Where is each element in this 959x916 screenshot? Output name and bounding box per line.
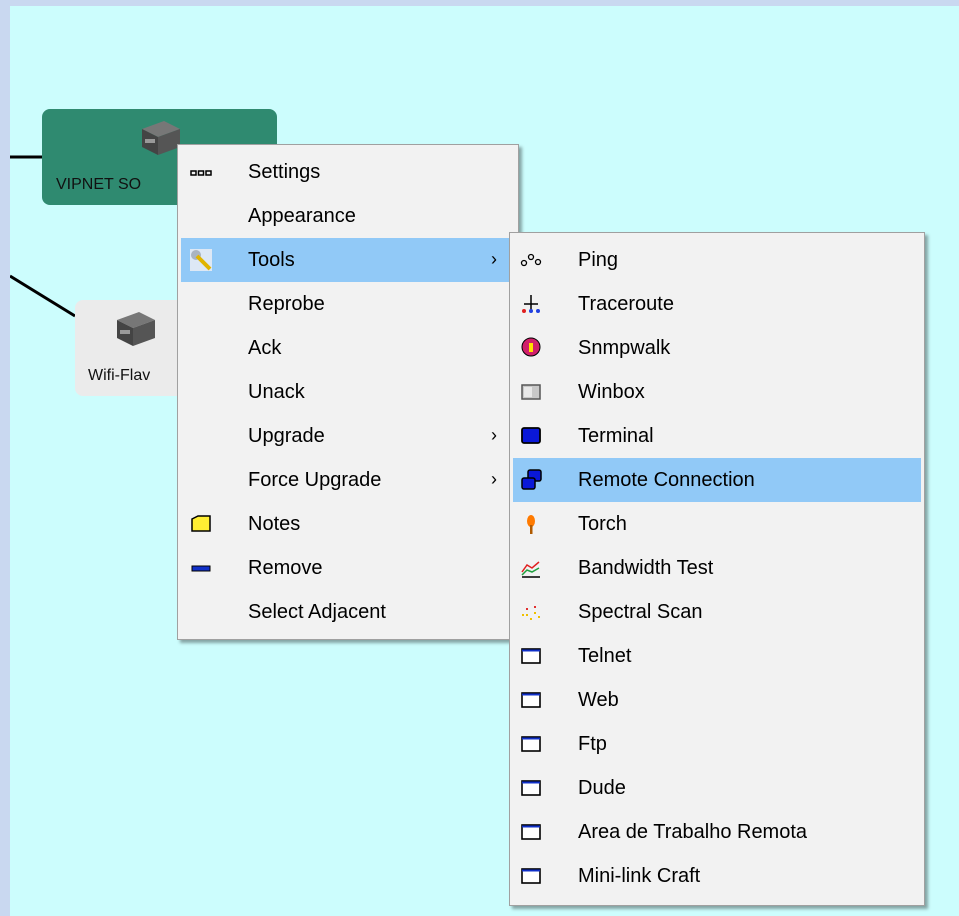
submenu-item-ftp[interactable]: Ftp [513, 722, 921, 766]
window-icon [521, 780, 541, 796]
node-label: Wifi-Flav [88, 367, 151, 384]
submenu-item-telnet[interactable]: Telnet [513, 634, 921, 678]
window-icon [521, 868, 541, 884]
submenu-item-bandwidth-test[interactable]: Bandwidth Test [513, 546, 921, 590]
submenu-item-ping[interactable]: Ping [513, 238, 921, 282]
node-label: VIPNET SO [56, 176, 142, 193]
bandwidth-test-icon [521, 561, 540, 578]
menu-item-remove[interactable]: Remove [181, 546, 515, 590]
submenu-item-winbox[interactable]: Winbox [513, 370, 921, 414]
submenu-item-snmpwalk[interactable]: Snmpwalk [513, 326, 921, 370]
router-device-icon [117, 312, 155, 346]
submenu-item-spectral-scan[interactable]: Spectral Scan [513, 590, 921, 634]
submenu-item-remote-connection[interactable]: Remote Connection [513, 458, 921, 502]
settings-icon [190, 170, 212, 176]
window-icon [521, 692, 541, 708]
snmpwalk-icon [521, 337, 541, 357]
menu-item-appearance[interactable]: Appearance [181, 194, 515, 238]
menu-item-ack[interactable]: Ack [181, 326, 515, 370]
tools-submenu: Ping Traceroute Snmpwalk Winbox Terminal [509, 232, 925, 906]
menu-item-settings[interactable]: Settings [181, 150, 515, 194]
torch-icon [527, 515, 535, 534]
spectral-scan-icon [522, 606, 540, 620]
submenu-item-area-de-trabalho-remota[interactable]: Area de Trabalho Remota [513, 810, 921, 854]
submenu-arrow-icon: › [491, 249, 497, 269]
menu-item-notes[interactable]: Notes [181, 502, 515, 546]
ping-icon [520, 253, 542, 267]
window-icon [521, 736, 541, 752]
menu-item-unack[interactable]: Unack [181, 370, 515, 414]
submenu-item-mini-link-craft[interactable]: Mini-link Craft [513, 854, 921, 898]
menu-item-select-adjacent[interactable]: Select Adjacent [181, 590, 515, 634]
submenu-item-traceroute[interactable]: Traceroute [513, 282, 921, 326]
submenu-item-web[interactable]: Web [513, 678, 921, 722]
traceroute-icon [522, 295, 540, 313]
wrench-icon [190, 249, 212, 271]
submenu-item-dude[interactable]: Dude [513, 766, 921, 810]
submenu-item-torch[interactable]: Torch [513, 502, 921, 546]
terminal-icon [521, 427, 541, 444]
submenu-item-terminal[interactable]: Terminal [513, 414, 921, 458]
remove-icon [191, 565, 211, 572]
window-icon [521, 824, 541, 840]
device-node-wifi[interactable]: Wifi-Flav [75, 300, 185, 396]
menu-item-tools[interactable]: Tools › [181, 238, 515, 282]
submenu-arrow-icon: › [491, 469, 497, 489]
remote-connection-icon [521, 469, 542, 490]
context-menu: Settings Appearance Tools › Reprobe Ack … [177, 144, 519, 640]
menu-item-force-upgrade[interactable]: Force Upgrade › [181, 458, 515, 502]
router-device-icon [142, 121, 180, 155]
menu-item-reprobe[interactable]: Reprobe [181, 282, 515, 326]
winbox-icon [521, 384, 541, 400]
window-icon [521, 648, 541, 664]
submenu-arrow-icon: › [491, 425, 497, 445]
notes-icon [191, 515, 211, 532]
menu-item-upgrade[interactable]: Upgrade › [181, 414, 515, 458]
